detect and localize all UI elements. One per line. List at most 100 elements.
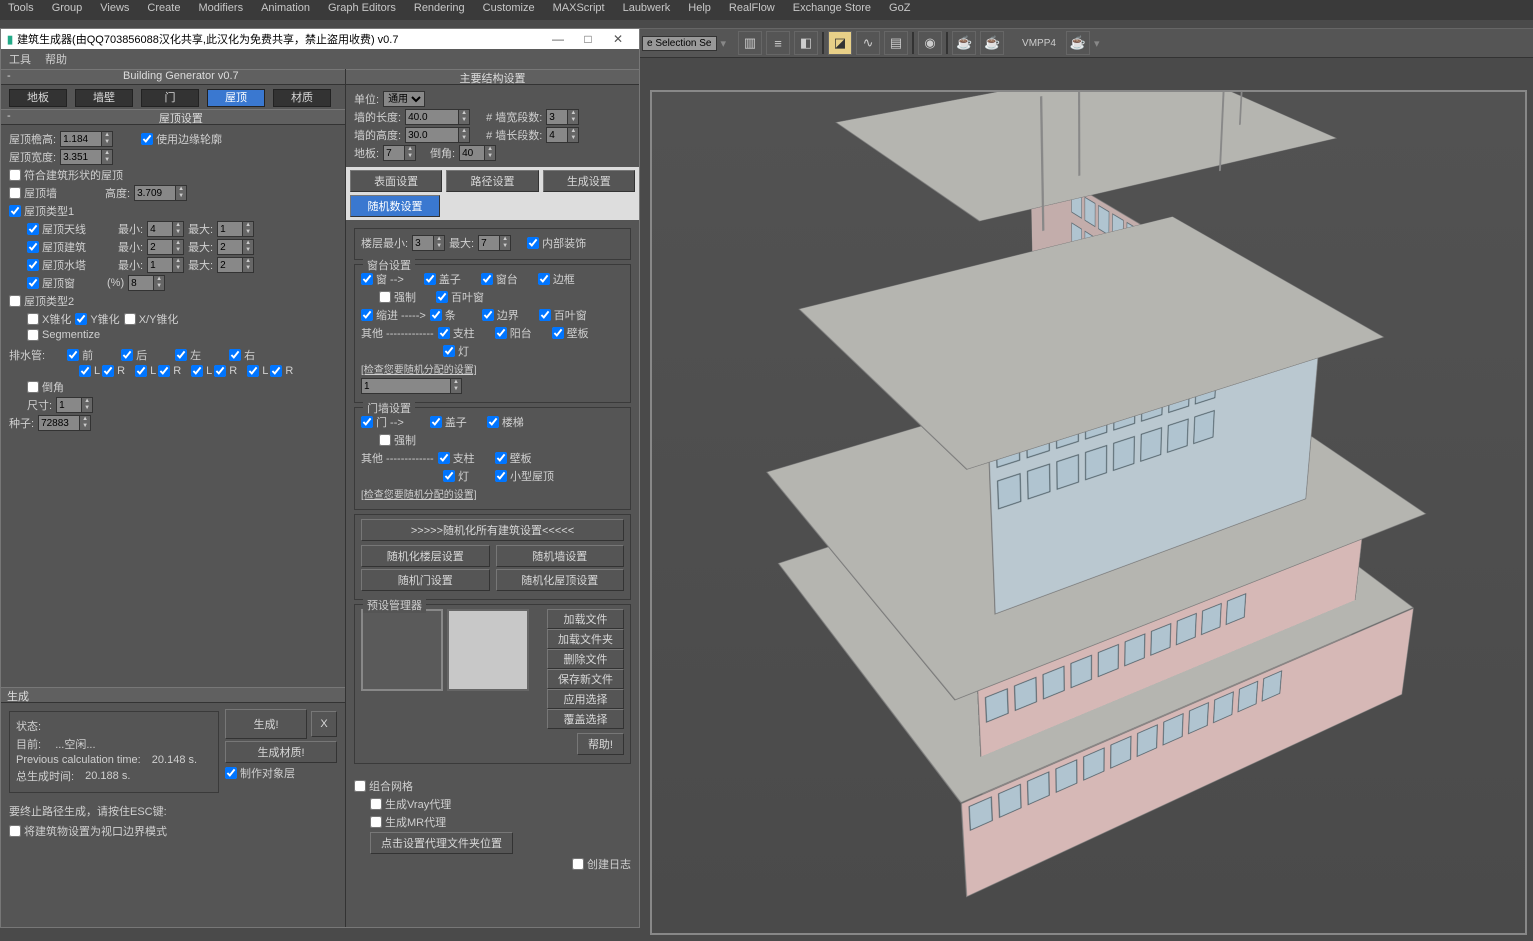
menu-laubwerk[interactable]: Laubwerk (623, 2, 671, 18)
menu-rendering[interactable]: Rendering (414, 2, 465, 18)
align-icon[interactable]: ≡ (766, 31, 790, 55)
chamfer-checkbox[interactable]: 倒角 (27, 379, 64, 395)
perspective-viewport[interactable] (650, 90, 1527, 935)
mirror-icon[interactable]: ▥ (738, 31, 762, 55)
preset-thumb-1[interactable] (361, 609, 443, 691)
xycone-checkbox[interactable]: X/Y锥化 (124, 311, 179, 327)
random-tab[interactable]: 随机数设置 (350, 195, 440, 217)
struct-rollup[interactable]: 主要结构设置 (346, 69, 639, 85)
check-link[interactable]: [检查您要随机分配的设置] (361, 361, 477, 376)
floater-menu-tools[interactable]: 工具 (9, 51, 31, 67)
gen-tab[interactable]: 生成设置 (543, 170, 635, 192)
wseg-spinner[interactable]: ▲▼ (546, 109, 579, 125)
combine-mesh-checkbox[interactable]: 组合网格 (354, 778, 413, 794)
proxy-folder-button[interactable]: 点击设置代理文件夹位置 (370, 832, 513, 854)
apply-sel-button[interactable]: 应用选择 (547, 689, 624, 709)
layers-icon[interactable]: ◧ (794, 31, 818, 55)
preset-thumb-2[interactable] (447, 609, 529, 691)
menu-animation[interactable]: Animation (261, 2, 310, 18)
rand-wall-button[interactable]: 随机墙设置 (496, 545, 625, 567)
tab-wall[interactable]: 墙壁 (75, 89, 133, 107)
menu-maxscript[interactable]: MAXScript (553, 2, 605, 18)
chamfer-size-spinner[interactable]: ▲▼ (56, 397, 93, 413)
generate-rollup[interactable]: 生成 (1, 687, 345, 703)
left-header-bar[interactable]: - Building Generator v0.7 (1, 69, 345, 85)
roof-width-spinner[interactable]: ▲▼ (60, 149, 113, 165)
close-icon[interactable]: ✕ (603, 32, 633, 46)
save-file-button[interactable]: 保存新文件 (547, 669, 624, 689)
floater-menu[interactable]: 工具 帮助 (1, 49, 639, 69)
menu-create[interactable]: Create (147, 2, 180, 18)
cancel-x-button[interactable]: X (311, 711, 337, 737)
minimize-icon[interactable]: — (543, 32, 573, 46)
roofwall-checkbox[interactable]: 屋顶墙 (9, 185, 57, 201)
xcone-checkbox[interactable]: X锥化 (27, 311, 71, 327)
menu-graph[interactable]: Graph Editors (328, 2, 396, 18)
unit-select[interactable]: 通用 (383, 91, 425, 107)
override-sel-button[interactable]: 覆盖选择 (547, 709, 624, 729)
floater-menu-help[interactable]: 帮助 (45, 51, 67, 67)
curve-editor-icon[interactable]: ∿ (856, 31, 880, 55)
snap-toggle-icon[interactable]: ◪ (828, 31, 852, 55)
menu-tools[interactable]: Tools (8, 2, 34, 18)
wall-height-spinner[interactable]: ▲▼ (405, 127, 470, 143)
create-log-checkbox[interactable]: 创建日志 (572, 856, 631, 872)
rand-floor-button[interactable]: 随机化楼层设置 (361, 545, 490, 567)
make-objlayer-checkbox[interactable]: 制作对象层 (225, 765, 295, 781)
lseg-spinner[interactable]: ▲▼ (546, 127, 579, 143)
menu-group[interactable]: Group (52, 2, 83, 18)
segmentize-checkbox[interactable]: Segmentize (27, 329, 100, 341)
menu-modifiers[interactable]: Modifiers (198, 2, 243, 18)
material-editor-icon[interactable]: ◉ (918, 31, 942, 55)
maximize-icon[interactable]: □ (573, 32, 603, 46)
menu-exchange[interactable]: Exchange Store (793, 2, 871, 18)
help-button[interactable]: 帮助! (577, 733, 624, 755)
use-edge-checkbox[interactable]: 使用边缘轮廓 (141, 131, 222, 147)
rand-door-button[interactable]: 随机门设置 (361, 569, 490, 591)
teapot-render-icon[interactable]: ☕ (1066, 31, 1090, 55)
menu-help[interactable]: Help (688, 2, 711, 18)
rooftype2-checkbox[interactable]: 屋顶类型2 (9, 293, 74, 309)
wall-length-spinner[interactable]: ▲▼ (405, 109, 470, 125)
ycone-checkbox[interactable]: Y锥化 (75, 311, 119, 327)
schematic-icon[interactable]: ▤ (884, 31, 908, 55)
menu-views[interactable]: Views (100, 2, 129, 18)
render-frame-icon[interactable]: ☕ (980, 31, 1004, 55)
randomize-all-button[interactable]: >>>>>随机化所有建筑设置<<<<< (361, 519, 624, 541)
generate-button[interactable]: 生成! (225, 709, 307, 739)
main-menu-bar[interactable]: Tools Group Views Create Modifiers Anima… (0, 0, 1533, 20)
collapse-icon[interactable]: - (1, 70, 17, 84)
menu-goz[interactable]: GoZ (889, 2, 910, 18)
tab-material[interactable]: 材质 (273, 89, 331, 107)
window-titlebar[interactable]: ▮ 建筑生成器(由QQ703856088汉化共享,此汉化为免费共享，禁止盗用收费… (1, 29, 639, 49)
rand-roof-button[interactable]: 随机化屋顶设置 (496, 569, 625, 591)
surface-tab[interactable]: 表面设置 (350, 170, 442, 192)
menu-customize[interactable]: Customize (483, 2, 535, 18)
chamfer-spinner[interactable]: ▲▼ (459, 145, 496, 161)
tab-roof[interactable]: 屋顶 (207, 89, 265, 107)
menu-realflow[interactable]: RealFlow (729, 2, 775, 18)
antenna-checkbox[interactable]: 屋顶天线 (27, 221, 86, 237)
vp-bounds-checkbox[interactable]: 将建筑物设置为视口边界模式 (9, 823, 167, 839)
floors-spinner[interactable]: ▲▼ (383, 145, 416, 161)
roofbuild-checkbox[interactable]: 屋顶建筑 (27, 239, 86, 255)
vray-proxy-checkbox[interactable]: 生成Vray代理 (370, 796, 451, 812)
delete-file-button[interactable]: 删除文件 (547, 649, 624, 669)
roof-rollup[interactable]: - 屋顶设置 (1, 109, 345, 125)
roofwall-height-spinner[interactable]: ▲▼ (134, 185, 187, 201)
rooftype1-checkbox[interactable]: 屋顶类型1 (9, 203, 74, 219)
eave-height-spinner[interactable]: ▲▼ (60, 131, 113, 147)
roofwindow-checkbox[interactable]: 屋顶窗 (27, 275, 75, 291)
gen-material-button[interactable]: 生成材质! (225, 741, 337, 763)
path-tab[interactable]: 路径设置 (446, 170, 538, 192)
watertower-checkbox[interactable]: 屋顶水塔 (27, 257, 86, 273)
seed-spinner[interactable]: ▲▼ (38, 415, 91, 431)
mr-proxy-checkbox[interactable]: 生成MR代理 (370, 814, 446, 830)
selection-set-dropdown[interactable]: e Selection Se (642, 36, 717, 51)
load-file-button[interactable]: 加载文件 (547, 609, 624, 629)
render-setup-icon[interactable]: ☕ (952, 31, 976, 55)
conform-checkbox[interactable]: 符合建筑形状的屋顶 (9, 167, 123, 183)
tab-door[interactable]: 门 (141, 89, 199, 107)
load-folder-button[interactable]: 加载文件夹 (547, 629, 624, 649)
tab-floor[interactable]: 地板 (9, 89, 67, 107)
